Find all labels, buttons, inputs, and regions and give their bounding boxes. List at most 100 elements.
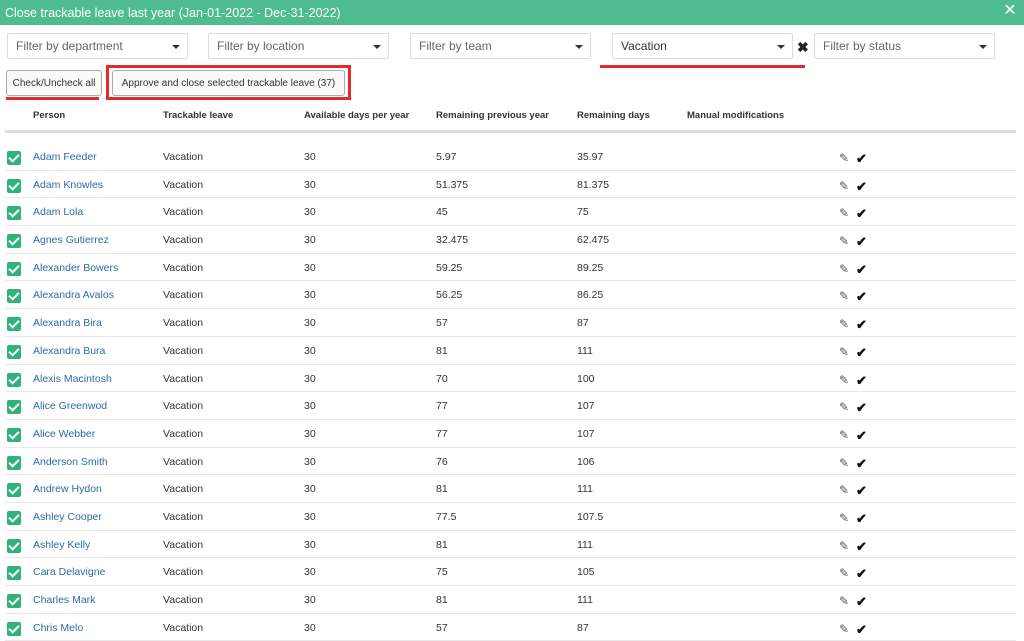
leave-type-cell: Vacation [163, 538, 204, 551]
person-link[interactable]: Alice Greenwod [33, 400, 107, 412]
checkmark-icon[interactable]: ✔ [856, 566, 867, 582]
row-checkbox[interactable] [7, 206, 21, 221]
available-days-cell: 30 [304, 621, 316, 634]
checkmark-icon[interactable]: ✔ [856, 262, 867, 278]
pencil-icon[interactable]: ✎ [839, 456, 849, 470]
table-row: Alice Greenwod Vacation 30 77 107 ✎ ✔ [5, 392, 1016, 420]
person-link[interactable]: Alice Webber [33, 428, 95, 440]
checkmark-icon[interactable]: ✔ [856, 622, 867, 638]
checkmark-icon[interactable]: ✔ [856, 428, 867, 444]
pencil-icon[interactable]: ✎ [839, 234, 849, 248]
row-checkbox[interactable] [7, 621, 21, 636]
row-checkbox[interactable] [7, 455, 21, 470]
chevron-down-icon [373, 45, 381, 49]
filter-leave-type-select[interactable]: Vacation [612, 33, 793, 59]
person-link[interactable]: Adam Knowles [33, 179, 103, 191]
person-link[interactable]: Alexandra Bira [33, 317, 102, 329]
pencil-icon[interactable]: ✎ [839, 622, 849, 636]
chevron-down-icon [979, 45, 987, 49]
row-checkbox[interactable] [7, 372, 21, 387]
row-checkbox[interactable] [7, 594, 21, 608]
remaining-previous-cell: 56.25 [436, 289, 463, 302]
row-checkbox[interactable] [7, 289, 21, 304]
checkmark-icon[interactable]: ✔ [856, 179, 867, 195]
remaining-previous-cell: 81 [436, 594, 448, 606]
checkmark-icon[interactable]: ✔ [856, 345, 867, 361]
checkmark-icon[interactable]: ✔ [856, 400, 867, 416]
person-link[interactable]: Alexis Macintosh [33, 373, 112, 385]
checkmark-icon[interactable]: ✔ [856, 511, 867, 527]
person-link[interactable]: Chris Melo [33, 622, 83, 634]
checkmark-icon[interactable]: ✔ [856, 539, 867, 555]
filter-status-select[interactable]: Filter by status [814, 33, 995, 59]
row-checkbox[interactable] [7, 151, 21, 165]
row-checkbox[interactable] [7, 538, 21, 553]
remaining-previous-cell: 57 [436, 621, 448, 634]
person-link[interactable]: Ashley Cooper [33, 511, 102, 523]
checkmark-icon[interactable]: ✔ [856, 206, 867, 222]
person-link[interactable]: Adam Feeder [33, 151, 97, 163]
row-checkbox[interactable] [7, 566, 21, 581]
pencil-icon[interactable]: ✎ [839, 566, 849, 580]
checkmark-icon[interactable]: ✔ [856, 151, 867, 167]
check-uncheck-all-button[interactable]: Check/Uncheck all [6, 70, 102, 96]
table-row: Ashley Kelly Vacation 30 81 111 ✎ ✔ [5, 531, 1016, 559]
pencil-icon[interactable]: ✎ [839, 539, 849, 553]
close-icon[interactable]: ✕ [1003, 3, 1017, 19]
pencil-icon[interactable]: ✎ [839, 400, 849, 414]
available-days-cell: 30 [304, 455, 316, 468]
dialog-title: Close trackable leave last year (Jan-01-… [5, 5, 341, 20]
remaining-days-cell: 111 [577, 344, 593, 357]
checkmark-icon[interactable]: ✔ [856, 594, 867, 610]
table-row: Chris Melo Vacation 30 57 87 ✎ ✔ [5, 614, 1016, 641]
row-checkbox[interactable] [7, 483, 21, 498]
checkmark-icon[interactable]: ✔ [856, 456, 867, 472]
checkmark-icon[interactable]: ✔ [856, 289, 867, 305]
header-person: Person [33, 110, 66, 121]
row-checkbox[interactable] [7, 400, 21, 415]
filter-team-select[interactable]: Filter by team [410, 33, 591, 59]
pencil-icon[interactable]: ✎ [839, 428, 849, 442]
pencil-icon[interactable]: ✎ [839, 151, 849, 165]
clear-filter-icon[interactable]: ✖ [797, 39, 809, 56]
pencil-icon[interactable]: ✎ [839, 179, 849, 193]
chevron-down-icon [777, 45, 785, 49]
remaining-previous-cell: 77.5 [436, 510, 457, 523]
row-checkbox[interactable] [7, 261, 21, 276]
remaining-days-cell: 75 [577, 206, 589, 219]
person-link[interactable]: Adam Lola [33, 206, 83, 218]
person-link[interactable]: Alexandra Bura [33, 345, 105, 357]
available-days-cell: 30 [304, 538, 316, 551]
pencil-icon[interactable]: ✎ [839, 483, 849, 497]
person-link[interactable]: Agnes Gutierrez [33, 234, 109, 246]
person-link[interactable]: Cara Delavigne [33, 566, 105, 578]
filter-location-select[interactable]: Filter by location [208, 33, 389, 59]
checkmark-icon[interactable]: ✔ [856, 373, 867, 389]
approve-close-button[interactable]: Approve and close selected trackable lea… [112, 70, 345, 96]
checkmark-icon[interactable]: ✔ [856, 234, 867, 250]
pencil-icon[interactable]: ✎ [839, 594, 849, 608]
row-checkbox[interactable] [7, 234, 21, 249]
checkmark-icon[interactable]: ✔ [856, 483, 867, 499]
person-link[interactable]: Ashley Kelly [33, 539, 90, 551]
table-row: Andrew Hydon Vacation 30 81 111 ✎ ✔ [5, 475, 1016, 503]
person-link[interactable]: Alexander Bowers [33, 262, 118, 274]
row-checkbox[interactable] [7, 178, 21, 193]
person-link[interactable]: Andrew Hydon [33, 483, 102, 495]
checkmark-icon[interactable]: ✔ [856, 317, 867, 333]
filter-department-select[interactable]: Filter by department [7, 33, 188, 59]
pencil-icon[interactable]: ✎ [839, 206, 849, 220]
person-link[interactable]: Alexandra Avalos [33, 289, 114, 301]
pencil-icon[interactable]: ✎ [839, 317, 849, 331]
pencil-icon[interactable]: ✎ [839, 262, 849, 276]
person-link[interactable]: Charles Mark [33, 594, 95, 606]
pencil-icon[interactable]: ✎ [839, 289, 849, 303]
row-checkbox[interactable] [7, 427, 21, 442]
row-checkbox[interactable] [7, 317, 21, 332]
pencil-icon[interactable]: ✎ [839, 511, 849, 525]
row-checkbox[interactable] [7, 510, 21, 525]
person-link[interactable]: Anderson Smith [33, 456, 108, 468]
row-checkbox[interactable] [7, 344, 21, 359]
pencil-icon[interactable]: ✎ [839, 345, 849, 359]
pencil-icon[interactable]: ✎ [839, 373, 849, 387]
